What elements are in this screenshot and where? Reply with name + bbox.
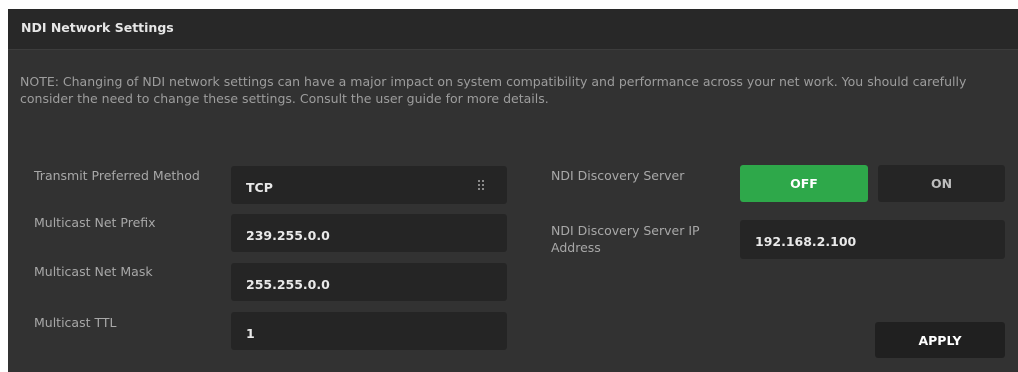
multicast-ttl-label: Multicast TTL [34, 315, 117, 330]
multicast-ttl-input[interactable]: 1 [231, 312, 507, 350]
ndi-network-settings-panel: NDI Network Settings NOTE: Changing of N… [8, 9, 1018, 372]
panel-title: NDI Network Settings [21, 20, 174, 35]
discovery-off-button[interactable]: OFF [740, 165, 868, 202]
multicast-prefix-value: 239.255.0.0 [246, 228, 330, 243]
warning-note: NOTE: Changing of NDI network settings c… [20, 74, 967, 106]
transmit-method-label: Transmit Preferred Method [34, 168, 200, 183]
discovery-server-label: NDI Discovery Server [551, 168, 685, 183]
apply-button[interactable]: APPLY [875, 322, 1005, 358]
transmit-method-select[interactable]: TCP [231, 166, 507, 204]
multicast-prefix-input[interactable]: 239.255.0.0 [231, 214, 507, 252]
drag-grip-icon [478, 180, 485, 192]
panel-header: NDI Network Settings [8, 9, 1018, 50]
discovery-ip-label: NDI Discovery Server IP Address [551, 223, 700, 255]
multicast-ttl-value: 1 [246, 326, 255, 341]
transmit-method-value: TCP [246, 180, 273, 195]
multicast-prefix-label: Multicast Net Prefix [34, 215, 156, 230]
discovery-on-button[interactable]: ON [878, 165, 1005, 202]
discovery-ip-input[interactable]: 192.168.2.100 [740, 220, 1005, 259]
multicast-mask-input[interactable]: 255.255.0.0 [231, 263, 507, 301]
multicast-mask-label: Multicast Net Mask [34, 264, 153, 279]
multicast-mask-value: 255.255.0.0 [246, 277, 330, 292]
discovery-ip-value: 192.168.2.100 [755, 234, 857, 249]
